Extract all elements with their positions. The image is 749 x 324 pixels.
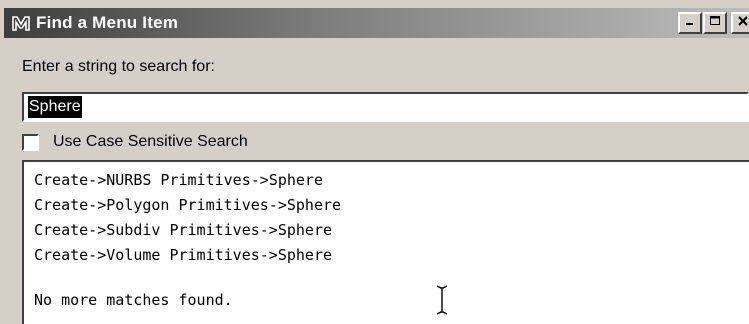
minimize-icon bbox=[684, 14, 696, 32]
case-sensitive-checkbox[interactable] bbox=[22, 133, 39, 151]
result-item[interactable]: Create->NURBS Primitives->Sphere bbox=[34, 168, 749, 193]
maximize-button[interactable] bbox=[703, 12, 727, 34]
search-input[interactable]: Sphere bbox=[22, 92, 749, 122]
maya-m-icon[interactable] bbox=[10, 13, 32, 33]
results-status: No more matches found. bbox=[34, 291, 233, 309]
window-title: Find a Menu Item bbox=[36, 13, 179, 32]
maximize-icon bbox=[709, 14, 721, 32]
search-input-value[interactable]: Sphere bbox=[28, 96, 82, 118]
find-menu-item-dialog: Find a Menu Item Enter a string to searc… bbox=[0, 0, 749, 324]
window-controls bbox=[677, 12, 749, 34]
results-list[interactable]: Create->NURBS Primitives->Sphere Create-… bbox=[22, 160, 749, 324]
search-prompt-label: Enter a string to search for: bbox=[22, 58, 215, 75]
minimize-button[interactable] bbox=[678, 12, 702, 34]
close-button[interactable] bbox=[731, 12, 749, 34]
case-sensitive-option[interactable]: Use Case Sensitive Search bbox=[22, 133, 248, 151]
result-item[interactable]: Create->Volume Primitives->Sphere bbox=[34, 243, 749, 268]
result-item[interactable]: Create->Subdiv Primitives->Sphere bbox=[34, 218, 749, 243]
title-bar[interactable]: Find a Menu Item bbox=[4, 8, 749, 38]
text-cursor-icon bbox=[436, 285, 448, 315]
case-sensitive-label[interactable]: Use Case Sensitive Search bbox=[53, 133, 248, 151]
close-icon bbox=[737, 14, 749, 32]
result-item[interactable]: Create->Polygon Primitives->Sphere bbox=[34, 193, 749, 218]
